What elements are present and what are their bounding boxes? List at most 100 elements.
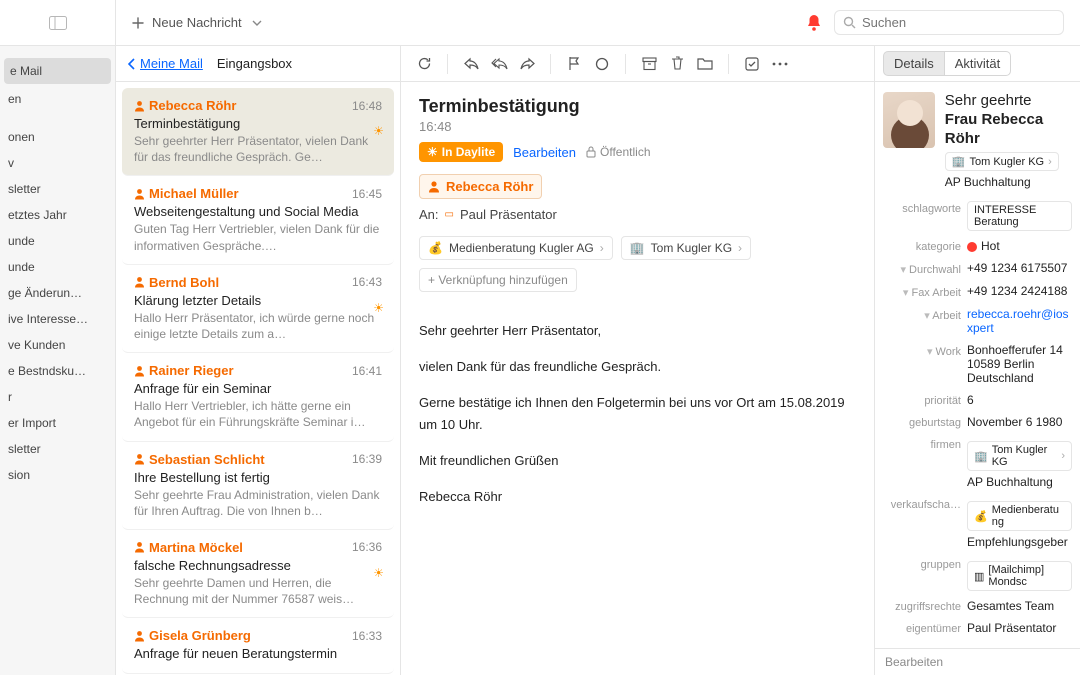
message-time: 16:36 bbox=[352, 540, 382, 554]
message-sender: Michael Müller bbox=[149, 186, 239, 201]
sidebar-item[interactable]: ve Kunden bbox=[0, 332, 115, 358]
message-subject: falsche Rechnungsadresse bbox=[134, 558, 382, 573]
task-checkbox-icon[interactable] bbox=[739, 51, 765, 77]
new-message-button[interactable]: Neue Nachricht bbox=[132, 15, 242, 30]
move-to-folder-icon[interactable] bbox=[692, 51, 718, 77]
hot-dot-icon bbox=[967, 242, 977, 252]
message-item[interactable]: Rainer Rieger 16:41 Anfrage für ein Semi… bbox=[122, 353, 394, 441]
value-fax[interactable]: +49 1234 2424188 bbox=[967, 284, 1072, 298]
tab-activity[interactable]: Aktivität bbox=[945, 51, 1012, 76]
value-zugriffsrechte: Gesamtes Team bbox=[967, 599, 1072, 613]
sidebar-item[interactable]: v bbox=[0, 150, 115, 176]
chevron-right-icon: › bbox=[738, 241, 742, 255]
plus-icon bbox=[132, 17, 144, 29]
sidebar-toggle-area bbox=[0, 0, 116, 45]
message-item[interactable]: Michael Müller 16:45 Webseitengestaltung… bbox=[122, 176, 394, 264]
daylite-badge: ☀ In Daylite bbox=[419, 142, 503, 162]
firmen-chip[interactable]: 🏢Tom Kugler KG› bbox=[967, 441, 1072, 471]
message-item[interactable]: Gisela Grünberg 16:33 Anfrage für neuen … bbox=[122, 618, 394, 674]
sidebar-item[interactable] bbox=[0, 112, 115, 124]
avatar bbox=[883, 92, 935, 148]
message-sender: Gisela Grünberg bbox=[149, 628, 251, 643]
message-time: 16:45 bbox=[352, 187, 382, 201]
sidebar-item[interactable]: r bbox=[0, 384, 115, 410]
more-icon[interactable] bbox=[767, 51, 793, 77]
label-owner: eigentümer bbox=[883, 621, 961, 635]
message-item[interactable]: Martina Möckel 16:36 falsche Rechnungsad… bbox=[122, 530, 394, 618]
archive-icon[interactable] bbox=[636, 51, 662, 77]
tag-interesse[interactable]: INTERESSE Beratung bbox=[967, 201, 1072, 231]
value-durchwahl[interactable]: +49 1234 6175507 bbox=[967, 261, 1072, 275]
refresh-icon[interactable] bbox=[411, 51, 437, 77]
reader-body: Terminbestätigung 16:48 ☀ In Daylite Bea… bbox=[401, 82, 874, 675]
sidebar-item[interactable]: ge Änderun… bbox=[0, 280, 115, 306]
back-link[interactable]: Meine Mail bbox=[128, 56, 203, 71]
add-link-chip[interactable]: + Verknüpfung hinzufügen bbox=[419, 268, 577, 292]
message-list-column: Meine Mail Eingangsbox Rebecca Röhr 16:4… bbox=[116, 46, 401, 675]
sidebar-item[interactable]: onen bbox=[0, 124, 115, 150]
label-work: ▾ Work bbox=[883, 343, 961, 358]
value-arbeit-email[interactable]: rebecca.roehr@iosxpert bbox=[967, 307, 1072, 335]
flag-icon[interactable] bbox=[561, 51, 587, 77]
chip-label: Medienberatung Kugler AG bbox=[449, 241, 594, 255]
value-owner: Paul Präsentator bbox=[967, 621, 1072, 635]
search-input[interactable] bbox=[862, 15, 1055, 30]
value-prioritaet: 6 bbox=[967, 393, 1072, 407]
sidebar-item[interactable]: sletter bbox=[0, 436, 115, 462]
notification-bell-icon[interactable] bbox=[806, 14, 822, 32]
sidebar-item[interactable]: sletter bbox=[0, 176, 115, 202]
sender-chip[interactable]: Rebecca Röhr bbox=[419, 174, 542, 199]
message-time: 16:33 bbox=[352, 629, 382, 643]
edit-link[interactable]: Bearbeiten bbox=[513, 145, 576, 160]
sidebar-item[interactable]: e Bestndsku… bbox=[0, 358, 115, 384]
tab-details[interactable]: Details bbox=[883, 51, 945, 76]
to-label: An: bbox=[419, 207, 439, 222]
link-chip[interactable]: 💰Medienberatung Kugler AG› bbox=[419, 236, 613, 260]
forward-icon[interactable] bbox=[514, 51, 540, 77]
sidebar-item[interactable]: e Mail bbox=[4, 58, 111, 84]
inspector-body: Sehr geehrte Frau Rebecca Röhr 🏢 Tom Kug… bbox=[875, 82, 1080, 648]
message-item[interactable]: Bernd Bohl 16:43 Klärung letzter Details… bbox=[122, 265, 394, 353]
email-paragraph: Rebecca Röhr bbox=[419, 486, 856, 508]
sidebar-item[interactable]: etztes Jahr bbox=[0, 202, 115, 228]
sidebar-item[interactable]: unde bbox=[0, 228, 115, 254]
inspector-column: Details Aktivität Sehr geehrte Frau Rebe… bbox=[875, 46, 1080, 675]
message-list[interactable]: Rebecca Röhr 16:48 Terminbestätigung Seh… bbox=[116, 82, 400, 675]
search-field[interactable] bbox=[834, 10, 1064, 35]
building-icon: 🏢 bbox=[952, 155, 966, 168]
company-chip[interactable]: 🏢 Tom Kugler KG › bbox=[945, 152, 1059, 171]
email-paragraph: Gerne bestätige ich Ihnen den Folgetermi… bbox=[419, 392, 856, 436]
reply-icon[interactable] bbox=[458, 51, 484, 77]
message-item[interactable]: Rebecca Röhr 16:48 Terminbestätigung Seh… bbox=[122, 88, 394, 176]
reply-all-icon[interactable] bbox=[486, 51, 512, 77]
sidebar-item[interactable]: unde bbox=[0, 254, 115, 280]
message-preview: Sehr geehrte Frau Administration, vielen… bbox=[134, 487, 382, 519]
mark-unread-icon[interactable] bbox=[589, 51, 615, 77]
recipient-row: An: ▭ Paul Präsentator bbox=[419, 207, 856, 222]
message-subject: Klärung letzter Details bbox=[134, 293, 382, 308]
sidebar-item[interactable]: en bbox=[0, 86, 115, 112]
topbar-compose-area: Neue Nachricht bbox=[116, 15, 278, 30]
inspector-edit-button[interactable]: Bearbeiten bbox=[875, 648, 1080, 675]
value-firmen: 🏢Tom Kugler KG› AP Buchhaltung bbox=[967, 437, 1072, 489]
sidebar-item[interactable]: er Import bbox=[0, 410, 115, 436]
gruppen-chip[interactable]: ▥[Mailchimp] Mondsc bbox=[967, 561, 1072, 591]
value-work-address: Bonhoefferufer 14 10589 Berlin Deutschla… bbox=[967, 343, 1072, 385]
new-message-dropdown[interactable] bbox=[252, 18, 262, 28]
reader-toolbar bbox=[401, 46, 874, 82]
new-message-label: Neue Nachricht bbox=[152, 15, 242, 30]
person-icon: Sebastian Schlicht bbox=[134, 452, 265, 467]
message-item[interactable]: Sebastian Schlicht 16:39 Ihre Bestellung… bbox=[122, 442, 394, 530]
sidebar-item[interactable]: sion bbox=[0, 462, 115, 488]
trash-icon[interactable] bbox=[664, 51, 690, 77]
message-subject: Anfrage für ein Seminar bbox=[134, 381, 382, 396]
verkaufs-chip[interactable]: 💰Medienberatung bbox=[967, 501, 1072, 531]
message-sender: Sebastian Schlicht bbox=[149, 452, 265, 467]
sidebar-item[interactable]: ive Interesse… bbox=[0, 306, 115, 332]
link-chip[interactable]: 🏢Tom Kugler KG› bbox=[621, 236, 751, 260]
message-preview: Sehr geehrte Damen und Herren, die Rechn… bbox=[134, 575, 382, 607]
message-sender: Martina Möckel bbox=[149, 540, 243, 555]
email-paragraph: Mit freundlichen Grüßen bbox=[419, 450, 856, 472]
public-indicator: Öffentlich bbox=[586, 145, 650, 159]
sidebar-toggle-icon[interactable] bbox=[49, 16, 67, 30]
